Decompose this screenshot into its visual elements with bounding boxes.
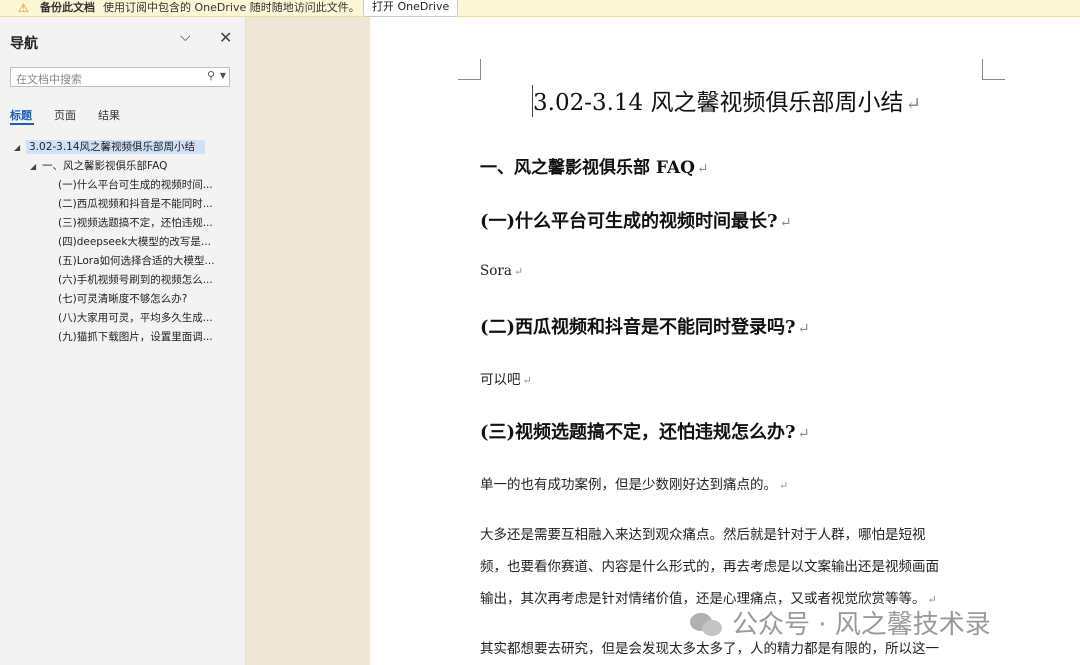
notification-title: 备份此文档: [40, 1, 95, 14]
tree-item[interactable]: (七)可灵清晰度不够怎么办?: [58, 290, 187, 308]
dropdown-arrow-icon[interactable]: ▼: [220, 71, 226, 80]
tree-item[interactable]: (六)手机视频号刷到的视频怎么...: [58, 271, 213, 289]
nav-title: 导航: [10, 36, 38, 52]
document-page[interactable]: 3.02-3.14 风之馨视频俱乐部周小结 ↵ 一、风之馨影视俱乐部 FAQ ↵ (…: [370, 17, 1080, 665]
question-heading-2[interactable]: (二)西瓜视频和抖音是不能同时登录吗? ↵: [480, 313, 810, 339]
document-margin-background: [246, 17, 370, 665]
navigation-pane: 导航 ⌵ ✕ ⚲ ▼ 标题 页面 结果 ◢3.02-3.14风之馨视频俱乐部周小…: [0, 17, 246, 665]
tree-item[interactable]: (二)西瓜视频和抖音是不能同时...: [58, 195, 213, 213]
question-heading-1[interactable]: (一)什么平台可生成的视频时间最长? ↵: [480, 207, 792, 233]
wechat-icon: [690, 611, 724, 637]
active-tab-indicator: [10, 123, 34, 125]
margin-corner-mark: [458, 59, 481, 80]
nav-search-box[interactable]: ⚲ ▼: [10, 67, 230, 89]
answer-2[interactable]: 可以吧 ↵: [480, 368, 532, 388]
close-icon[interactable]: ✕: [219, 28, 232, 47]
tree-item[interactable]: (五)Lora如何选择合适的大模型...: [58, 252, 215, 270]
open-onedrive-button[interactable]: 打开 OneDrive: [363, 0, 459, 17]
section-heading[interactable]: 一、风之馨影视俱乐部 FAQ ↵: [480, 153, 708, 178]
tree-item-root[interactable]: ◢ 3.02-3.14风之馨视频俱乐部周小结: [14, 138, 206, 157]
answer-1[interactable]: Sora ↵: [480, 263, 523, 279]
document-title[interactable]: 3.02-3.14 风之馨视频俱乐部周小结 ↵: [533, 83, 921, 117]
answer-3-line[interactable]: 大多还是需要互相融入来达到观众痛点。然后就是针对于人群，哪怕是短视: [480, 523, 926, 543]
question-heading-3[interactable]: (三)视频选题搞不定，还怕违规怎么办? ↵: [480, 418, 810, 444]
watermark: 公众号 · 风之馨技术录: [690, 604, 991, 641]
answer-3-line[interactable]: 频，也要看你赛道、内容是什么形式的，再去考虑是以文案输出还是视频画面: [480, 555, 939, 575]
tree-item[interactable]: (四)deepseek大模型的改写是...: [58, 233, 211, 251]
tree-item[interactable]: (九)猫抓下载图片，设置里面调...: [58, 328, 213, 346]
answer-3-line[interactable]: 单一的也有成功案例，但是少数刚好达到痛点的。 ↵: [480, 473, 788, 493]
tree-item-section[interactable]: ◢ 一、风之馨影视俱乐部FAQ: [30, 157, 167, 175]
expand-triangle-icon[interactable]: ◢: [30, 158, 42, 176]
warning-icon: ⚠: [18, 1, 29, 15]
expand-triangle-icon[interactable]: ◢: [14, 139, 26, 157]
chevron-down-icon[interactable]: ⌵: [180, 29, 191, 45]
tab-pages[interactable]: 页面: [54, 107, 76, 123]
tab-results[interactable]: 结果: [98, 107, 120, 123]
notification-bar: ⚠ 备份此文档 使用订阅中包含的 OneDrive 随时随地访问此文件。 打开 …: [0, 0, 1080, 17]
search-input[interactable]: [11, 70, 196, 89]
search-icon[interactable]: ⚲: [207, 69, 215, 82]
notification-message: 使用订阅中包含的 OneDrive 随时随地访问此文件。: [103, 1, 360, 14]
margin-corner-mark: [982, 59, 1005, 80]
tree-item[interactable]: (八)大家用可灵，平均多久生成...: [58, 309, 213, 327]
tree-item[interactable]: (一)什么平台可生成的视频时间...: [58, 176, 213, 194]
tab-headings[interactable]: 标题: [10, 107, 32, 123]
tree-item[interactable]: (三)视频选题搞不定，还怕违规...: [58, 214, 213, 232]
